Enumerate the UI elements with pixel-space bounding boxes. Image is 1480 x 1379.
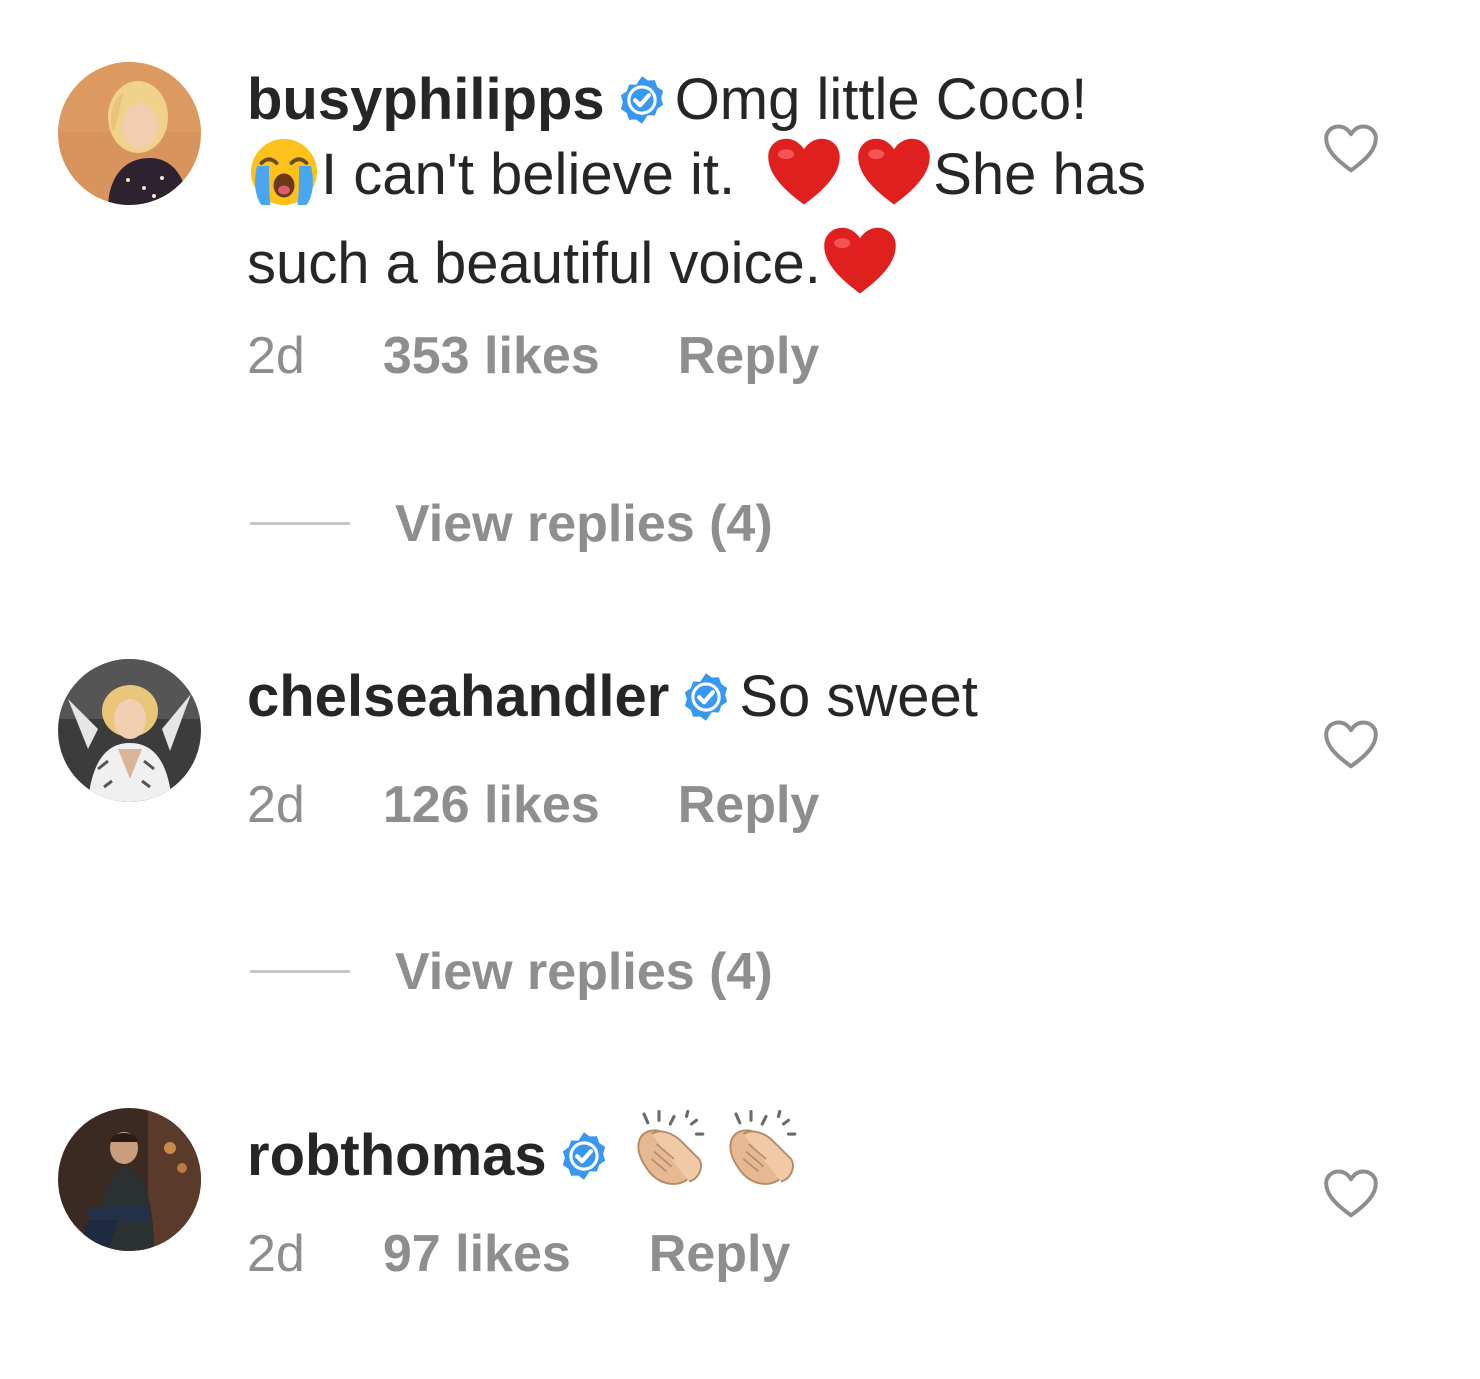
comment-likes[interactable]: 126 likes xyxy=(383,775,600,835)
avatar-image xyxy=(58,1108,201,1251)
comment-body: busyphilipps Omg little Coco! I can't bel… xyxy=(247,63,1257,314)
comment-likes[interactable]: 97 likes xyxy=(383,1224,571,1284)
comment-meta: 2d 353 likes Reply xyxy=(247,326,819,386)
reply-button[interactable]: Reply xyxy=(678,775,820,835)
view-replies-label[interactable]: View replies (4) xyxy=(395,942,773,1002)
comment-text: So sweet xyxy=(739,664,978,729)
loudly-crying-face-icon xyxy=(247,136,321,225)
red-heart-icon xyxy=(765,136,843,225)
like-heart-icon[interactable] xyxy=(1322,1168,1380,1220)
reply-button[interactable]: Reply xyxy=(649,1224,791,1284)
comment-username[interactable]: chelseahandler xyxy=(247,664,669,729)
reply-button[interactable]: Reply xyxy=(678,326,820,386)
comment-body: robthomas xyxy=(247,1109,1257,1206)
view-replies-divider xyxy=(250,970,350,973)
avatar-image xyxy=(58,62,201,205)
avatar-image xyxy=(58,659,201,802)
verified-badge-icon xyxy=(559,1125,609,1175)
comment-meta: 2d 97 likes Reply xyxy=(247,1224,790,1284)
comment-text-part: Omg little Coco! xyxy=(674,67,1088,132)
verified-badge-icon xyxy=(617,69,667,119)
red-heart-icon xyxy=(855,136,933,225)
like-heart-icon[interactable] xyxy=(1322,719,1380,771)
clapping-hands-icon xyxy=(629,1109,709,1206)
like-heart-icon[interactable] xyxy=(1322,123,1380,175)
avatar-robthomas[interactable] xyxy=(58,1108,201,1251)
comment-time[interactable]: 2d xyxy=(247,775,305,835)
view-replies-label[interactable]: View replies (4) xyxy=(395,494,773,554)
comment-text-part: I can't believe it. xyxy=(321,142,736,207)
red-heart-icon xyxy=(821,225,899,314)
comment-body: chelseahandler So sweet xyxy=(247,660,1257,733)
comment-username[interactable]: busyphilipps xyxy=(247,67,605,132)
comment-likes[interactable]: 353 likes xyxy=(383,326,600,386)
verified-badge-icon xyxy=(681,666,731,716)
avatar-chelseahandler[interactable] xyxy=(58,659,201,802)
view-replies-button[interactable]: View replies (4) xyxy=(247,494,867,554)
view-replies-button[interactable]: View replies (4) xyxy=(247,942,867,1002)
avatar-busyphilipps[interactable] xyxy=(58,62,201,205)
clapping-hands-icon xyxy=(721,1109,801,1206)
comment-username[interactable]: robthomas xyxy=(247,1123,547,1188)
comment-time[interactable]: 2d xyxy=(247,326,305,386)
comment-time[interactable]: 2d xyxy=(247,1224,305,1284)
view-replies-divider xyxy=(250,522,350,525)
comment-meta: 2d 126 likes Reply xyxy=(247,775,819,835)
